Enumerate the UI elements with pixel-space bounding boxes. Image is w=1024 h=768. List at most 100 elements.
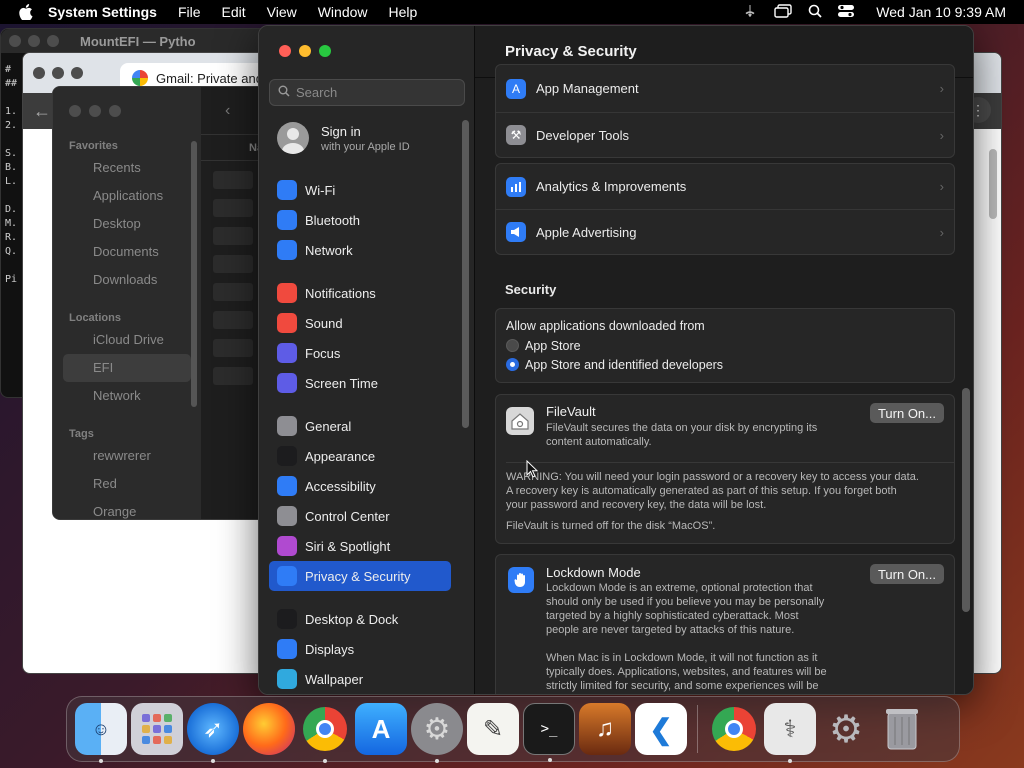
chrome-scrollbar[interactable]	[989, 149, 997, 219]
list-item[interactable]	[213, 367, 253, 385]
menubar-clock[interactable]: Wed Jan 10 9:39 AM	[876, 4, 1006, 20]
menu-app-name[interactable]: System Settings	[48, 4, 157, 20]
list-item[interactable]	[213, 311, 253, 329]
dock-vscode-icon[interactable]: ❮	[635, 703, 687, 755]
dock-garageband-icon[interactable]: ♫	[579, 703, 631, 755]
sidebar-item-siri-spotlight[interactable]: Siri & Spotlight	[269, 531, 451, 561]
dock-chrome-icon[interactable]	[299, 703, 351, 763]
search-field[interactable]: Search	[269, 79, 465, 106]
list-item[interactable]	[213, 171, 253, 189]
radio-button[interactable]	[506, 339, 519, 352]
window-minimize-icon[interactable]	[52, 67, 64, 79]
dock-safari-icon[interactable]: ➶	[187, 703, 239, 763]
finder-tag-rewwrerer[interactable]: rewwrerer	[53, 442, 201, 470]
dock-chrome-icon[interactable]	[708, 703, 760, 755]
window-minimize-icon[interactable]	[299, 45, 311, 57]
back-arrow-icon[interactable]: ←	[33, 101, 51, 122]
finder-item-downloads[interactable]: Downloads	[53, 266, 201, 294]
sidebar-item-displays[interactable]: Displays	[269, 634, 451, 664]
list-item[interactable]	[213, 227, 253, 245]
back-chevron-icon[interactable]: ‹	[225, 102, 230, 120]
row-developer-tools[interactable]: ⚒ Developer Tools ›	[496, 112, 954, 157]
content-scrollbar[interactable]	[962, 388, 970, 612]
finder-item-desktop[interactable]: Desktop	[53, 210, 201, 238]
sidebar-item-wallpaper[interactable]: Wallpaper	[269, 664, 451, 694]
dock-firefox-icon[interactable]	[243, 703, 295, 755]
radio-button-selected[interactable]	[506, 358, 519, 371]
finder-item-applications[interactable]: Applications	[53, 182, 201, 210]
radio-identified-developers[interactable]: App Store and identified developers	[506, 355, 954, 374]
window-zoom-icon[interactable]	[109, 105, 121, 117]
spotlight-search-icon[interactable]	[808, 4, 822, 21]
window-minimize-icon[interactable]	[28, 35, 40, 47]
sign-in-apple-id[interactable]: Sign in with your Apple ID	[277, 122, 410, 154]
wifi-status-icon[interactable]	[742, 4, 758, 21]
control-center-icon[interactable]	[838, 4, 855, 21]
row-apple-advertising[interactable]: Apple Advertising ›	[496, 209, 954, 254]
finder-item-efi[interactable]: EFI	[63, 354, 191, 382]
sidebar-item-bluetooth[interactable]: Bluetooth	[269, 205, 451, 235]
row-app-management[interactable]: A App Management ›	[496, 65, 954, 112]
sidebar-scrollbar[interactable]	[462, 120, 469, 428]
finder-tag-orange[interactable]: Orange	[53, 498, 201, 519]
dock-settings-icon[interactable]: ⚙	[820, 703, 872, 755]
menu-view[interactable]: View	[267, 4, 297, 20]
dock-finder-icon[interactable]: ☺	[75, 703, 127, 763]
lockdown-turn-on-button[interactable]: Turn On...	[869, 564, 944, 584]
window-zoom-icon[interactable]	[319, 45, 331, 57]
row-analytics[interactable]: Analytics & Improvements ›	[496, 164, 954, 209]
allow-apps-label: Allow applications downloaded from	[506, 319, 705, 333]
sidebar-item-network[interactable]: Network	[269, 235, 451, 265]
sidebar-item-accessibility[interactable]: Accessibility	[269, 471, 451, 501]
terminal-title: MountEFI — Pytho	[80, 33, 196, 49]
dock-trash-icon[interactable]	[876, 703, 928, 755]
menu-help[interactable]: Help	[389, 4, 418, 20]
finder-item-icloud[interactable]: iCloud Drive	[53, 326, 201, 354]
dock-system-settings-icon[interactable]: ⚙	[411, 703, 463, 763]
window-close-icon[interactable]	[69, 105, 81, 117]
wifi-icon	[277, 180, 297, 200]
dock-separator	[697, 705, 698, 753]
list-item[interactable]	[213, 283, 253, 301]
sidebar-item-sound[interactable]: Sound	[269, 308, 451, 338]
screen-mirroring-icon[interactable]	[774, 3, 792, 21]
finder-sidebar-scrollbar[interactable]	[191, 141, 197, 407]
sidebar-item-privacy-security[interactable]: Privacy & Security	[269, 561, 451, 591]
apple-menu-icon[interactable]	[18, 4, 34, 20]
sidebar-item-focus[interactable]: Focus	[269, 338, 451, 368]
window-zoom-icon[interactable]	[47, 35, 59, 47]
dock-app-store-icon[interactable]: A	[355, 703, 407, 755]
dock-terminal-icon[interactable]: >_	[523, 703, 575, 762]
finder-item-recents[interactable]: Recents	[53, 154, 201, 182]
list-item[interactable]	[213, 199, 253, 217]
sidebar-item-screen-time[interactable]: Screen Time	[269, 368, 451, 398]
menu-window[interactable]: Window	[318, 4, 368, 20]
window-zoom-icon[interactable]	[71, 67, 83, 79]
sidebar-item-control-center[interactable]: Control Center	[269, 501, 451, 531]
window-close-icon[interactable]	[279, 45, 291, 57]
window-close-icon[interactable]	[33, 67, 45, 79]
sidebar-item-label: Desktop & Dock	[305, 611, 399, 627]
sidebar-item-notifications[interactable]: Notifications	[269, 278, 451, 308]
radio-app-store[interactable]: App Store	[506, 336, 954, 355]
finder-tag-red[interactable]: Red	[53, 470, 201, 498]
menu-file[interactable]: File	[178, 4, 201, 20]
sidebar-item-wi-fi[interactable]: Wi-Fi	[269, 175, 451, 205]
sidebar-item-appearance[interactable]: Appearance	[269, 441, 451, 471]
lockdown-card: Lockdown Mode Turn On... Lockdown Mode i…	[495, 554, 955, 694]
menu-edit[interactable]: Edit	[222, 4, 246, 20]
sidebar-item-general[interactable]: General	[269, 411, 451, 441]
dock-disk-utility-icon[interactable]: ⚕	[764, 703, 816, 763]
finder-item-network[interactable]: Network	[53, 382, 201, 410]
finder-item-documents[interactable]: Documents	[53, 238, 201, 266]
list-item[interactable]	[213, 339, 253, 357]
window-close-icon[interactable]	[9, 35, 21, 47]
list-item[interactable]	[213, 255, 253, 273]
dock-textedit-icon[interactable]: ✎	[467, 703, 519, 755]
menubar: System Settings File Edit View Window He…	[0, 0, 1024, 24]
sidebar-item-label: Appearance	[305, 448, 376, 464]
dock-launchpad-icon[interactable]	[131, 703, 183, 755]
filevault-turn-on-button[interactable]: Turn On...	[869, 403, 944, 423]
sidebar-item-desktop-dock[interactable]: Desktop & Dock	[269, 604, 451, 634]
window-minimize-icon[interactable]	[89, 105, 101, 117]
